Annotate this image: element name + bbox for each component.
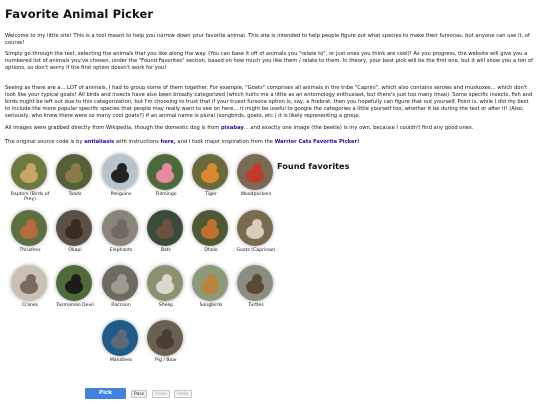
animal-photo[interactable]: [56, 154, 92, 190]
animal-option[interactable]: Penguins: [97, 154, 145, 206]
animal-label: Raptors (Birds of Prey): [10, 192, 50, 203]
warrior-cats-link[interactable]: Warrior Cats Favorite Picker!: [275, 139, 360, 145]
intro-paragraph-1: Welcome to my little site! This is a too…: [5, 33, 530, 46]
animal-option[interactable]: Turtles: [232, 265, 280, 317]
animal-photo[interactable]: [102, 210, 138, 246]
intro-paragraph-5: The original source code is by antialias…: [5, 139, 534, 146]
animal-photo[interactable]: [147, 210, 183, 246]
animal-label: Dhole: [204, 248, 218, 253]
found-favorites-heading: Found favorites: [277, 161, 350, 171]
p5-text-b: with instructions: [114, 139, 161, 145]
animal-photo[interactable]: [192, 154, 228, 190]
animal-photo[interactable]: [102, 320, 138, 356]
animal-photo[interactable]: [56, 265, 92, 301]
animal-option[interactable]: Manatees: [97, 320, 145, 372]
animal-option[interactable]: Pig / Boar: [142, 320, 190, 372]
p4-text-before: All images were grabbed directly from Wi…: [5, 125, 222, 131]
animal-label: Tiger: [205, 192, 217, 197]
animal-label: Penguins: [110, 192, 132, 197]
animal-photo[interactable]: [102, 154, 138, 190]
animal-label: Okapi: [68, 248, 82, 253]
animal-option[interactable]: Tasmanian Devil: [51, 265, 99, 317]
intro-paragraph-2: Simply go through the test, selecting th…: [5, 51, 533, 71]
animal-label: Goats (Caprinae): [236, 248, 276, 253]
animal-label: Cranes: [21, 303, 39, 308]
pass-button[interactable]: Pass: [131, 390, 148, 398]
p5-text-a: The original source code is by: [5, 139, 85, 145]
undo-button[interactable]: Undo: [152, 390, 171, 398]
animal-photo[interactable]: [237, 210, 273, 246]
animal-label: Tasmanian Devil: [56, 303, 94, 308]
pick-button[interactable]: Pick: [85, 388, 126, 399]
animal-option[interactable]: Raptors (Birds of Prey): [6, 154, 54, 206]
animal-photo[interactable]: [192, 265, 228, 301]
animal-option[interactable]: Okapi: [51, 210, 99, 262]
animal-label: Songbirds: [199, 303, 223, 308]
intro-paragraph-4: All images were grabbed directly from Wi…: [5, 125, 534, 132]
p5-text-c: and I took major inspiration from the: [175, 139, 275, 145]
animal-photo[interactable]: [102, 265, 138, 301]
animal-option[interactable]: Woodpeckers: [232, 154, 280, 206]
page-title: Favorite Animal Picker: [5, 7, 154, 21]
animal-option[interactable]: Toads: [51, 154, 99, 206]
animal-photo[interactable]: [11, 265, 47, 301]
antialiasis-link[interactable]: antialiasis: [84, 139, 114, 145]
animal-photo[interactable]: [11, 154, 47, 190]
animal-label: Turtles: [248, 303, 264, 308]
animal-label: Manatees: [109, 358, 133, 363]
animal-photo[interactable]: [192, 210, 228, 246]
animal-photo[interactable]: [237, 265, 273, 301]
animal-photo[interactable]: [237, 154, 273, 190]
intro-paragraph-3: Seeing as there are a... LOT of animals,…: [5, 85, 534, 120]
animal-photo[interactable]: [147, 320, 183, 356]
animal-photo[interactable]: [147, 154, 183, 190]
animal-option[interactable]: Sheep: [142, 265, 190, 317]
animal-option[interactable]: Goats (Caprinae): [232, 210, 280, 262]
animal-option[interactable]: Raccoon: [97, 265, 145, 317]
p4-text-after: ... and exactly one image (the beetle) i…: [243, 125, 474, 131]
redo-button[interactable]: Redo: [174, 390, 192, 398]
animal-option[interactable]: Elephants: [97, 210, 145, 262]
animal-label: Pig / Boar: [155, 358, 177, 363]
animal-option[interactable]: Dhole: [187, 210, 235, 262]
animal-label: Raccoon: [111, 303, 131, 308]
animal-label: Sheep: [158, 303, 174, 308]
animal-option[interactable]: Tiger: [187, 154, 235, 206]
animal-option[interactable]: Flamingo: [142, 154, 190, 206]
animal-option[interactable]: Cranes: [6, 265, 54, 317]
pixabay-link[interactable]: pixabay: [221, 125, 244, 131]
animal-photo[interactable]: [11, 210, 47, 246]
animal-option[interactable]: Thrushes: [6, 210, 54, 262]
animal-label: Bats: [160, 248, 172, 253]
animal-option[interactable]: Bats: [142, 210, 190, 262]
animal-label: Thrushes: [19, 248, 41, 253]
intro-paragraph-3-text: Seeing as there are a... LOT of animals,…: [5, 85, 533, 119]
animal-option[interactable]: Songbirds: [187, 265, 235, 317]
animal-label: Elephants: [109, 248, 133, 253]
instructions-link[interactable]: here,: [161, 139, 176, 145]
animal-label: Toads: [68, 192, 82, 197]
animal-photo[interactable]: [56, 210, 92, 246]
animal-photo[interactable]: [147, 265, 183, 301]
animal-label: Flamingo: [155, 192, 177, 197]
animal-label: Woodpeckers: [240, 192, 272, 197]
